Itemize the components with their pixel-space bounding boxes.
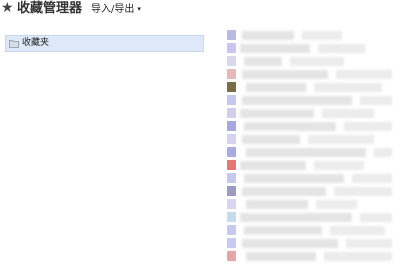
favicon-icon: [227, 82, 236, 92]
favicon-icon: [227, 108, 236, 118]
list-item[interactable]: [222, 223, 402, 237]
folder-tree: 收藏夹: [0, 24, 222, 267]
favicon-icon: [227, 121, 236, 131]
bookmark-url: [316, 200, 357, 209]
list-item[interactable]: [222, 197, 402, 211]
chevron-down-icon: ▾: [137, 5, 141, 13]
bookmark-title: [246, 148, 366, 157]
bookmark-title: [244, 226, 322, 235]
favicon-icon: [227, 238, 236, 248]
bookmark-url: [314, 161, 364, 170]
list-item[interactable]: [222, 158, 402, 172]
bookmark-url: [290, 57, 344, 66]
bookmark-title: [242, 239, 338, 248]
list-item[interactable]: [222, 67, 402, 81]
bookmark-url: [322, 109, 374, 118]
folder-icon: [9, 40, 19, 48]
import-export-label: 导入/导出: [91, 4, 135, 15]
list-item[interactable]: [222, 236, 402, 250]
bookmark-title: [242, 187, 326, 196]
bookmark-title: [240, 44, 310, 53]
list-item[interactable]: [222, 145, 402, 159]
bookmark-title: [246, 252, 316, 261]
bookmark-url: [308, 135, 374, 144]
list-item[interactable]: [222, 106, 402, 120]
favicon-icon: [227, 173, 236, 183]
bookmark-title: [246, 200, 308, 209]
favicon-icon: [227, 225, 236, 235]
favicon-icon: [227, 160, 236, 170]
list-item[interactable]: [222, 80, 402, 94]
favicon-icon: [227, 186, 236, 196]
bookmark-url: [302, 31, 342, 40]
favicon-icon: [227, 69, 236, 79]
bookmark-title: [240, 109, 314, 118]
bookmark-url: [330, 226, 385, 235]
page-title: 收藏管理器: [17, 1, 83, 16]
bookmark-url: [360, 96, 392, 105]
bookmark-title: [242, 31, 294, 40]
bookmark-title: [244, 174, 344, 183]
import-export-menu[interactable]: 导入/导出 ▾: [91, 3, 141, 16]
list-item[interactable]: [222, 184, 402, 198]
list-item[interactable]: [222, 28, 402, 42]
bookmark-title: [246, 83, 306, 92]
list-item[interactable]: [222, 210, 402, 224]
list-item[interactable]: [222, 41, 402, 55]
bookmark-url: [336, 70, 392, 79]
list-item[interactable]: [222, 119, 402, 133]
favicon-icon: [227, 43, 236, 53]
bookmark-url: [346, 239, 392, 248]
bookmark-title: [242, 135, 300, 144]
bookmark-url: [360, 213, 392, 222]
list-item[interactable]: [222, 93, 402, 107]
favorites-manager-window: ★ 收藏管理器 导入/导出 ▾ 收藏夹: [0, 0, 402, 267]
favicon-icon: [227, 212, 236, 222]
list-item[interactable]: [222, 171, 402, 185]
favicon-icon: [227, 199, 236, 209]
list-item[interactable]: [222, 249, 402, 263]
bookmark-list: [222, 24, 402, 267]
bookmark-title: [240, 213, 352, 222]
bookmark-title: [244, 122, 336, 131]
bookmark-title: [240, 161, 306, 170]
favicon-icon: [227, 30, 236, 40]
list-item[interactable]: [222, 54, 402, 68]
bookmark-url: [314, 83, 382, 92]
bookmark-title: [244, 57, 282, 66]
favicon-icon: [227, 147, 236, 157]
bookmark-url: [344, 122, 392, 131]
bookmark-url: [334, 187, 392, 196]
tree-item-label: 收藏夹: [22, 38, 50, 48]
tree-item-favorites[interactable]: 收藏夹: [5, 35, 204, 52]
favicon-icon: [227, 95, 236, 105]
star-icon: ★: [1, 0, 14, 16]
list-item[interactable]: [222, 132, 402, 146]
favicon-icon: [227, 56, 236, 66]
bookmark-url: [324, 252, 392, 261]
bookmark-title: [242, 70, 328, 79]
bookmark-url: [352, 174, 392, 183]
favicon-icon: [227, 251, 236, 261]
header: ★ 收藏管理器 导入/导出 ▾: [0, 0, 402, 24]
favicon-icon: [227, 134, 236, 144]
bookmark-url: [374, 148, 392, 157]
bookmark-url: [318, 44, 365, 53]
bookmark-title: [242, 96, 352, 105]
